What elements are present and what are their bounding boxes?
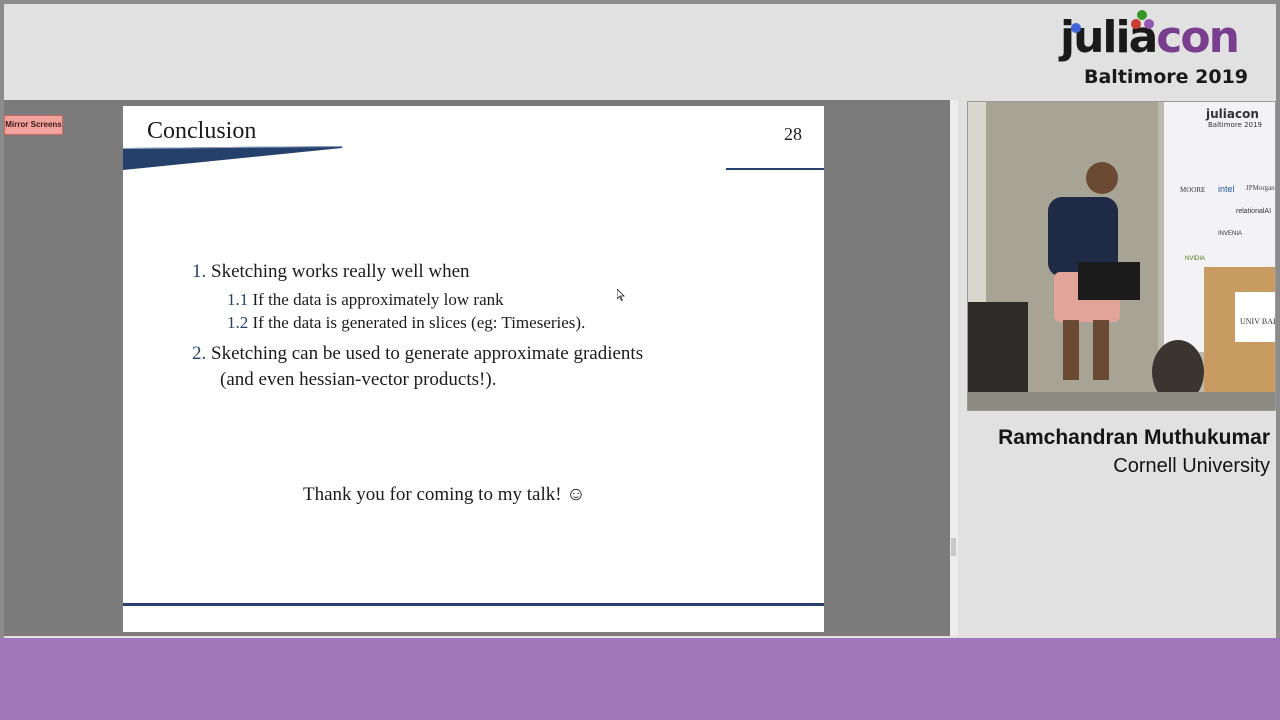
video-sponsor-jpmorgan: JPMorgan xyxy=(1246,184,1275,192)
frame-right-border xyxy=(1276,0,1280,638)
speaker-video-frame: juliacon Baltimore 2019 intel JPMorgan r… xyxy=(968,102,1276,410)
video-speaker-head xyxy=(1086,162,1118,194)
logo-subtitle: Baltimore 2019 xyxy=(1084,66,1249,88)
julia-blue-dot-icon xyxy=(1071,23,1081,33)
video-sponsor-invenia: INVENIA xyxy=(1218,231,1242,237)
juliacon-logo: juliacon Baltimore 2019 xyxy=(1060,10,1270,90)
sub-item-1-2: 1.2 If the data is generated in slices (… xyxy=(227,313,585,333)
list-item-2-number: 2. xyxy=(192,343,207,364)
sub-item-1-1: 1.1 If the data is approximately low ran… xyxy=(227,290,504,310)
list-item-2-continuation: (and even hessian-vector products!). xyxy=(220,369,497,390)
mirror-screens-button[interactable]: Mirror Screens xyxy=(4,115,63,135)
julia-red-dot-icon xyxy=(1131,19,1141,29)
julia-green-dot-icon xyxy=(1137,10,1147,20)
video-speaker-leg-left xyxy=(1063,320,1079,380)
julia-purple-dot-icon xyxy=(1144,19,1154,29)
presentation-slide: Conclusion 28 1. Sketching works really … xyxy=(123,106,824,632)
video-backdrop-subtitle: Baltimore 2019 xyxy=(1208,121,1262,129)
mouse-cursor-icon xyxy=(617,289,625,301)
list-item-1: 1. Sketching works really well when xyxy=(192,261,470,283)
video-speaker-leg-right xyxy=(1093,320,1109,380)
video-backdrop-logo: juliacon xyxy=(1205,107,1259,121)
footer-rule xyxy=(123,603,824,606)
video-sponsor-relationalai: relationalAI xyxy=(1236,208,1271,215)
sub-item-1-2-text: If the data is generated in slices (eg: … xyxy=(252,313,586,332)
bottom-color-band xyxy=(0,638,1280,720)
list-item-2-text: Sketching can be used to generate approx… xyxy=(211,343,644,364)
video-sponsor-moore: MOORE xyxy=(1180,186,1205,194)
sub-item-1-2-number: 1.2 xyxy=(227,313,249,332)
title-accent-bar xyxy=(123,146,343,170)
slide-page-number: 28 xyxy=(784,124,802,144)
header-rule xyxy=(726,168,824,170)
video-laptop xyxy=(1078,262,1140,300)
speaker-affiliation: Cornell University xyxy=(1113,455,1270,477)
screen-scrollbar-thumb[interactable] xyxy=(951,538,956,556)
speaker-name: Ramchandran Muthukumar xyxy=(998,426,1270,449)
video-floor xyxy=(968,392,1275,410)
list-item-2: 2. Sketching can be used to generate app… xyxy=(192,343,643,365)
video-podium-text: UNIV BALTI xyxy=(1240,317,1276,326)
speaker-video-feed: juliacon Baltimore 2019 intel JPMorgan r… xyxy=(967,101,1276,411)
frame-top-border xyxy=(0,0,1280,4)
video-sponsor-intel: intel xyxy=(1218,184,1235,194)
title-accent-wedge xyxy=(123,146,342,170)
list-item-1-number: 1. xyxy=(192,261,207,282)
list-item-1-text: Sketching works really well when xyxy=(211,261,470,282)
slide-title: Conclusion xyxy=(147,118,257,144)
video-sponsor-nvidia: NVIDIA xyxy=(1185,256,1205,262)
sub-item-1-1-number: 1.1 xyxy=(227,290,249,309)
sub-item-1-1-text: If the data is approximately low rank xyxy=(252,290,504,309)
logo-con-text: con xyxy=(1156,12,1240,63)
closing-message: Thank you for coming to my talk! ☺ xyxy=(303,484,586,505)
